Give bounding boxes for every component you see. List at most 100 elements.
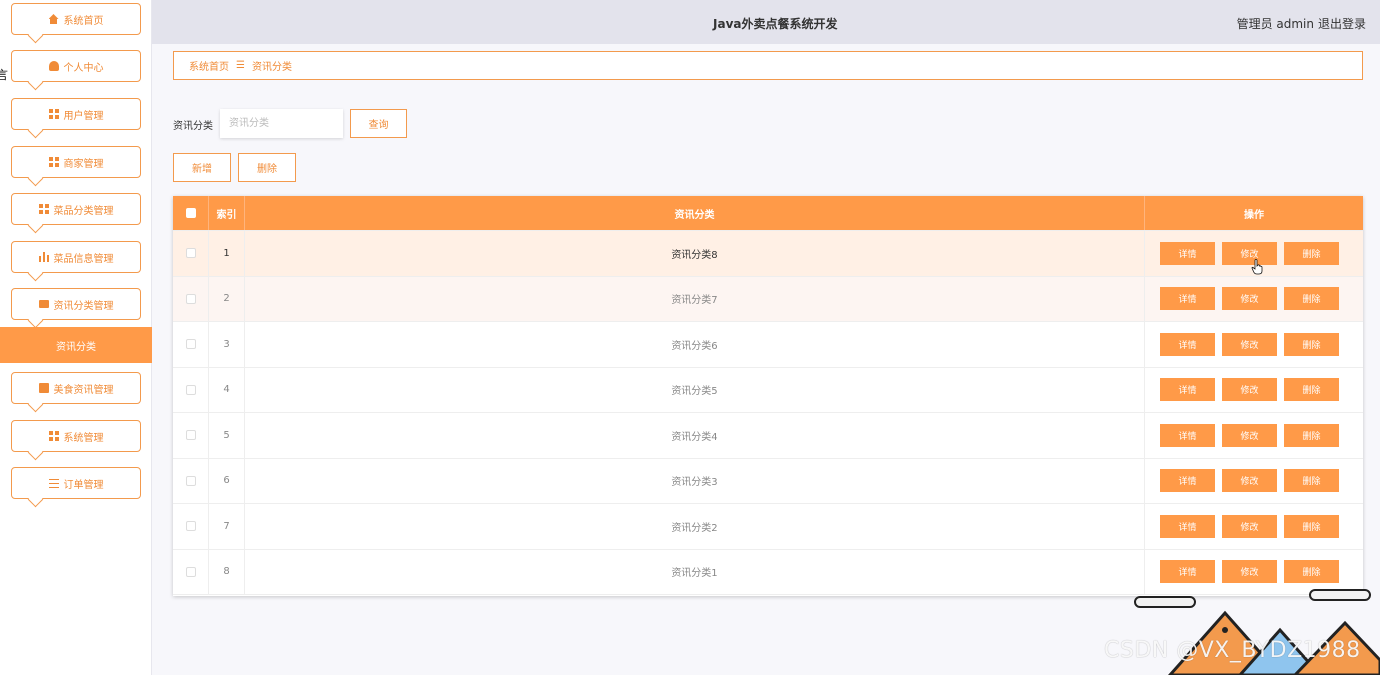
row-actions: 详情 修改 删除 bbox=[1145, 459, 1363, 504]
grid-icon bbox=[48, 109, 59, 119]
row-index: 7 bbox=[209, 504, 245, 549]
grid-icon bbox=[48, 157, 59, 167]
row-checkbox[interactable] bbox=[185, 384, 196, 395]
detail-button[interactable]: 详情 bbox=[1160, 287, 1215, 311]
delete-button[interactable]: 删除 bbox=[1284, 378, 1339, 402]
edit-button[interactable]: 修改 bbox=[1222, 560, 1277, 584]
delete-button[interactable]: 删除 bbox=[1284, 514, 1339, 538]
batch-delete-button[interactable]: 删除 bbox=[238, 153, 296, 182]
stray-text: 言 bbox=[0, 68, 9, 82]
breadcrumb-separator-icon: ☰ bbox=[236, 60, 245, 71]
row-name: 资讯分类1 bbox=[245, 549, 1145, 594]
table-row: 2 资讯分类7 详情 修改 删除 bbox=[173, 276, 1363, 322]
sidebar-item-home[interactable]: 系统首页 bbox=[11, 3, 141, 35]
data-table: 索引 资讯分类 操作 1 资讯分类8 详情 修改 删除 2 资讯分类7 详情 修改 删除 3 资讯分类… bbox=[173, 196, 1363, 596]
edit-button[interactable]: 修改 bbox=[1222, 332, 1277, 356]
breadcrumb-home[interactable]: 系统首页 bbox=[189, 58, 229, 73]
detail-button[interactable]: 详情 bbox=[1160, 423, 1215, 447]
search-button[interactable]: 查询 bbox=[350, 109, 407, 138]
search-input[interactable] bbox=[220, 109, 343, 138]
detail-button[interactable]: 详情 bbox=[1160, 560, 1215, 584]
grid-icon bbox=[48, 431, 59, 441]
sidebar-item-label: 商家管理 bbox=[63, 158, 104, 170]
select-all-cell bbox=[173, 196, 209, 230]
breadcrumb: 系统首页 ☰ 资讯分类 bbox=[173, 51, 1363, 80]
delete-button[interactable]: 删除 bbox=[1284, 241, 1339, 265]
edit-button[interactable]: 修改 bbox=[1222, 423, 1277, 447]
row-name: 资讯分类7 bbox=[245, 276, 1145, 321]
row-name: 资讯分类8 bbox=[245, 231, 1145, 276]
sidebar-item-label: 系统首页 bbox=[63, 15, 104, 27]
row-checkbox[interactable] bbox=[185, 430, 196, 441]
sidebar-item-orders[interactable]: 订单管理 bbox=[11, 467, 141, 499]
sidebar-item-system[interactable]: 系统管理 bbox=[11, 420, 141, 452]
table-row: 7 资讯分类2 详情 修改 删除 bbox=[173, 504, 1363, 550]
sidebar-item-label: 个人中心 bbox=[63, 62, 104, 74]
row-checkbox[interactable] bbox=[185, 521, 196, 532]
admin-label: 管理员 admin bbox=[1236, 17, 1314, 31]
sidebar-item-personal-center[interactable]: 个人中心 bbox=[11, 50, 141, 82]
row-actions: 详情 修改 删除 bbox=[1145, 413, 1363, 458]
delete-button[interactable]: 删除 bbox=[1284, 469, 1339, 493]
search-label: 资讯分类 bbox=[173, 121, 213, 132]
detail-button[interactable]: 详情 bbox=[1160, 514, 1215, 538]
edit-button[interactable]: 修改 bbox=[1222, 378, 1277, 402]
edit-button[interactable]: 修改 bbox=[1222, 514, 1277, 538]
row-index: 3 bbox=[209, 322, 245, 367]
sidebar-item-merchants[interactable]: 商家管理 bbox=[11, 146, 141, 178]
table-row: 4 资讯分类5 详情 修改 删除 bbox=[173, 367, 1363, 413]
grid-icon bbox=[38, 204, 49, 214]
row-actions: 详情 修改 删除 bbox=[1145, 504, 1363, 549]
row-select-cell bbox=[173, 231, 209, 276]
row-checkbox[interactable] bbox=[185, 339, 196, 350]
detail-button[interactable]: 详情 bbox=[1160, 332, 1215, 356]
sidebar-item-users[interactable]: 用户管理 bbox=[11, 98, 141, 130]
sidebar-item-label: 系统管理 bbox=[63, 432, 104, 444]
edit-button[interactable]: 修改 bbox=[1222, 469, 1277, 493]
row-actions: 详情 修改 删除 bbox=[1145, 368, 1363, 413]
row-index: 5 bbox=[209, 413, 245, 458]
detail-button[interactable]: 详情 bbox=[1160, 378, 1215, 402]
header-name: 资讯分类 bbox=[245, 196, 1145, 230]
sliders-icon bbox=[48, 478, 59, 488]
row-checkbox[interactable] bbox=[185, 248, 196, 259]
edit-button[interactable]: 修改 bbox=[1222, 241, 1277, 265]
header-index: 索引 bbox=[209, 196, 245, 230]
row-select-cell bbox=[173, 276, 209, 321]
row-checkbox[interactable] bbox=[185, 566, 196, 577]
logout-link[interactable]: 退出登录 bbox=[1318, 15, 1366, 32]
row-name: 资讯分类2 bbox=[245, 504, 1145, 549]
row-select-cell bbox=[173, 458, 209, 503]
row-index: 2 bbox=[209, 276, 245, 321]
sidebar-item-label: 资讯分类管理 bbox=[53, 300, 114, 312]
home-icon bbox=[48, 14, 59, 24]
user-icon bbox=[48, 61, 59, 71]
sidebar-item-news-category[interactable]: 资讯分类管理 bbox=[11, 288, 141, 320]
top-bar: Java外卖点餐系统开发 管理员 admin 退出登录 bbox=[152, 0, 1380, 44]
delete-button[interactable]: 删除 bbox=[1284, 560, 1339, 584]
row-index: 6 bbox=[209, 458, 245, 503]
edit-button[interactable]: 修改 bbox=[1222, 287, 1277, 311]
hand-cursor-icon bbox=[1251, 259, 1263, 275]
breadcrumb-current: 资讯分类 bbox=[251, 62, 292, 73]
table-row: 1 资讯分类8 详情 修改 删除 bbox=[173, 231, 1363, 277]
table-header-row: 索引 资讯分类 操作 bbox=[173, 196, 1363, 231]
delete-button[interactable]: 删除 bbox=[1284, 287, 1339, 311]
sidebar-item-label: 美食资讯管理 bbox=[53, 384, 114, 396]
detail-button[interactable]: 详情 bbox=[1160, 241, 1215, 265]
row-actions: 详情 修改 删除 bbox=[1145, 277, 1363, 322]
row-actions: 详情 修改 删除 bbox=[1145, 322, 1363, 367]
delete-button[interactable]: 删除 bbox=[1284, 332, 1339, 356]
sidebar-item-dish-info[interactable]: 菜品信息管理 bbox=[11, 241, 141, 273]
row-checkbox[interactable] bbox=[185, 293, 196, 304]
delete-button[interactable]: 删除 bbox=[1284, 423, 1339, 447]
submenu-item-news-category[interactable]: 资讯分类 bbox=[0, 327, 152, 363]
row-select-cell bbox=[173, 549, 209, 594]
detail-button[interactable]: 详情 bbox=[1160, 469, 1215, 493]
row-select-cell bbox=[173, 504, 209, 549]
sidebar-item-dish-category[interactable]: 菜品分类管理 bbox=[11, 193, 141, 225]
select-all-checkbox[interactable] bbox=[185, 208, 196, 218]
sidebar-item-food-news[interactable]: 美食资讯管理 bbox=[11, 372, 141, 404]
row-checkbox[interactable] bbox=[185, 475, 196, 486]
add-button[interactable]: 新增 bbox=[173, 153, 231, 182]
